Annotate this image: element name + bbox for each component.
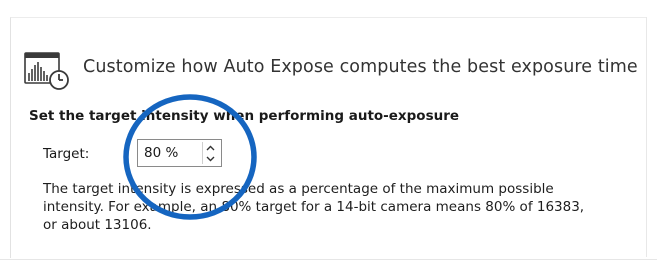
- target-stepper[interactable]: [137, 139, 222, 167]
- page-title: Customize how Auto Expose computes the b…: [83, 57, 638, 77]
- section-heading: Set the target intensity when performing…: [29, 108, 460, 124]
- panel-scrollbar[interactable]: [646, 17, 653, 257]
- auto-expose-settings-view: Customize how Auto Expose computes the b…: [0, 0, 657, 268]
- description-line: The target intensity is expressed as a p…: [43, 181, 554, 197]
- target-input[interactable]: [144, 145, 204, 161]
- description-line: intensity. For example, an 80% target fo…: [43, 199, 585, 215]
- target-description: The target intensity is expressed as a p…: [43, 180, 613, 234]
- stepper-buttons: [202, 142, 218, 164]
- target-label: Target:: [43, 146, 90, 162]
- exposure-histogram-clock-icon: [23, 51, 71, 91]
- description-line: or about 13106.: [43, 217, 152, 233]
- chevron-up-icon[interactable]: [203, 142, 218, 153]
- divider: [0, 259, 657, 260]
- chevron-down-icon[interactable]: [203, 153, 218, 164]
